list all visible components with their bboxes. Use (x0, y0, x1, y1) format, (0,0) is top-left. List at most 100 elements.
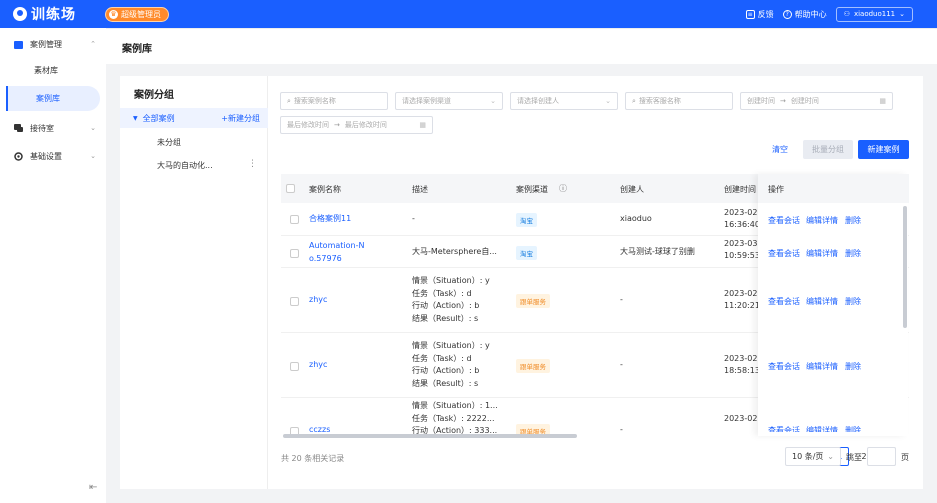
total-records: 共 20 条相关记录 (281, 454, 345, 463)
page-size-select[interactable]: 10 条/页 ⌄ (785, 447, 841, 466)
feedback-icon: ≡ (745, 9, 755, 19)
row-checkbox[interactable] (290, 297, 299, 306)
page-header: 案例库 (106, 28, 937, 64)
help-center-button[interactable]: ? 帮助中心 (782, 9, 827, 20)
sidebar-group-label: 基础设置 (30, 151, 62, 161)
created-time: 11:20:21 (724, 301, 760, 310)
row-checkbox[interactable] (290, 362, 299, 371)
sidebar-group-basic-settings[interactable]: 基础设置 ⌄ (0, 142, 106, 170)
case-name-link[interactable]: 合格案例11 (309, 213, 351, 226)
app-logo[interactable]: 训练场 (13, 5, 76, 23)
sidebar-group-label: 案例管理 (30, 39, 62, 49)
sidebar-group-label: 接待室 (30, 123, 54, 133)
logo-text: 训练场 (31, 7, 76, 23)
creator-name: 大马测试-球球了别删 (620, 247, 695, 256)
delete-link[interactable]: 删除 (845, 361, 861, 372)
case-name-search-input[interactable]: ⌕ 搜索案例名称 (280, 92, 388, 110)
goto-page-input[interactable] (867, 447, 896, 466)
feedback-button[interactable]: ≡ 反馈 (745, 9, 774, 20)
view-session-link[interactable]: 查看会话 (768, 296, 800, 307)
case-desc-line: 情景（Situation）: 1... (412, 401, 498, 410)
vertical-scrollbar[interactable] (903, 206, 907, 328)
creator-name: - (620, 295, 623, 304)
chevron-down-icon: ⌄ (490, 97, 496, 105)
sidebar-item-label: 案例库 (36, 94, 60, 103)
delete-link[interactable]: 删除 (845, 215, 861, 226)
group-item-automation[interactable]: 大马的自动化... (157, 160, 213, 171)
col-channel-header: 案例渠道 (516, 185, 548, 194)
edit-details-link[interactable]: 编辑详情 (806, 296, 838, 307)
collapse-sidebar-icon[interactable]: ⇤ (89, 482, 97, 493)
case-desc: 大马-Metersphere自... (412, 247, 497, 256)
row-checkbox[interactable] (290, 215, 299, 224)
sidebar-group-reception[interactable]: 接待室 ⌄ (0, 114, 106, 142)
case-desc-line: 情景（Situation）: y (412, 276, 490, 285)
chat-icon (14, 123, 23, 133)
user-menu[interactable]: ⚇ xiaoduo111 ⌄ (835, 6, 913, 22)
arrow-right-icon: → (334, 121, 340, 129)
case-name-link[interactable]: Automation-No.57976 (309, 240, 369, 265)
goto-label: 跳至 (846, 453, 862, 462)
edit-details-link[interactable]: 编辑详情 (806, 215, 838, 226)
crown-icon: ♛ (109, 10, 118, 19)
modified-time-range[interactable]: 最后修改时间 → 最后修改时间 ▦ (280, 116, 433, 134)
chevron-down-icon: ⌄ (90, 124, 96, 132)
case-desc-line: 结果（Result）: s (412, 378, 479, 388)
groups-title: 案例分组 (134, 90, 174, 101)
creator-name: xiaoduo (620, 214, 652, 223)
content-card: 案例分组 ▼ 全部案例 +新建分组 未分组 大马的自动化... ⋮ ⌕ 搜索案例… (120, 76, 923, 489)
sidebar-item-material-library[interactable]: 素材库 (0, 58, 106, 83)
channel-tag: 淘宝 (516, 246, 537, 260)
horizontal-scrollbar[interactable] (283, 434, 577, 438)
new-case-button[interactable]: 新建案例 (858, 140, 909, 159)
more-options-icon[interactable]: ⋮ (248, 159, 257, 169)
case-desc-line: 行动（Action）: b (412, 301, 480, 310)
case-name-link[interactable]: zhyc (309, 359, 327, 372)
caret-down-icon: ▼ (133, 114, 138, 122)
arrow-right-icon: → (780, 97, 786, 105)
case-desc-line: 任务（Task）: 2222... (412, 413, 495, 423)
channel-tag: 淘宝 (516, 213, 537, 227)
created-date: 2023-02 (724, 414, 758, 423)
calendar-icon: ▦ (879, 97, 886, 105)
view-session-link[interactable]: 查看会话 (768, 215, 800, 226)
chevron-down-icon: ⌄ (899, 10, 905, 18)
delete-link[interactable]: 删除 (845, 248, 861, 259)
view-session-link[interactable]: 查看会话 (768, 361, 800, 372)
calendar-icon: ▦ (419, 121, 426, 129)
group-item-all[interactable]: ▼ 全部案例 +新建分组 (120, 108, 268, 128)
row-checkbox[interactable] (290, 249, 299, 258)
select-all-checkbox[interactable] (286, 184, 295, 193)
case-name-link[interactable]: zhyc (309, 294, 327, 307)
group-item-ungrouped[interactable]: 未分组 (157, 137, 181, 148)
channel-select[interactable]: 请选择案例渠道 ⌄ (395, 92, 503, 110)
created-date: 2023-02 (724, 208, 758, 217)
search-icon: ⌕ (287, 96, 291, 105)
page-unit-label: 页 (901, 453, 909, 462)
gear-icon (14, 151, 23, 161)
add-group-button[interactable]: +新建分组 (221, 113, 260, 124)
created-time: 18:58:13 (724, 366, 760, 375)
case-list-area: ⌕ 搜索案例名称 请选择案例渠道 ⌄ 请选择创建人 ⌄ ⌕ 搜索客服名称 创建时… (280, 76, 923, 489)
operations-column: 操作 查看会话 编辑详情 删除 查看会话 编辑详情 删除 查看会话 编辑详情 删… (758, 174, 908, 436)
chevron-up-icon: ⌃ (90, 40, 96, 48)
sidebar-item-case-library[interactable]: 案例库 (6, 86, 100, 111)
clear-button[interactable]: 清空 (764, 140, 796, 159)
info-icon[interactable]: ⓘ (559, 183, 567, 194)
sidebar-group-case-management[interactable]: 案例管理 ⌃ (0, 30, 106, 58)
creator-select[interactable]: 请选择创建人 ⌄ (510, 92, 618, 110)
edit-details-link[interactable]: 编辑详情 (806, 248, 838, 259)
batch-group-button[interactable]: 批量分组 (803, 140, 853, 159)
role-badge-label: 超级管理员 (121, 10, 161, 19)
customer-service-search-input[interactable]: ⌕ 搜索客服名称 (625, 92, 733, 110)
delete-link[interactable]: 删除 (845, 296, 861, 307)
case-desc-line: 行动（Action）: b (412, 366, 480, 375)
edit-details-link[interactable]: 编辑详情 (806, 361, 838, 372)
created-time-range[interactable]: 创建时间 → 创建时间 ▦ (740, 92, 893, 110)
help-center-label: 帮助中心 (794, 9, 827, 19)
folder-icon (14, 40, 23, 49)
view-session-link[interactable]: 查看会话 (768, 248, 800, 259)
creator-name: - (620, 360, 623, 369)
top-bar: 训练场 ♛ 超级管理员 ≡ 反馈 ? 帮助中心 ⚇ xiaoduo111 ⌄ (0, 0, 937, 28)
case-groups-panel: 案例分组 ▼ 全部案例 +新建分组 未分组 大马的自动化... ⋮ (120, 76, 268, 489)
